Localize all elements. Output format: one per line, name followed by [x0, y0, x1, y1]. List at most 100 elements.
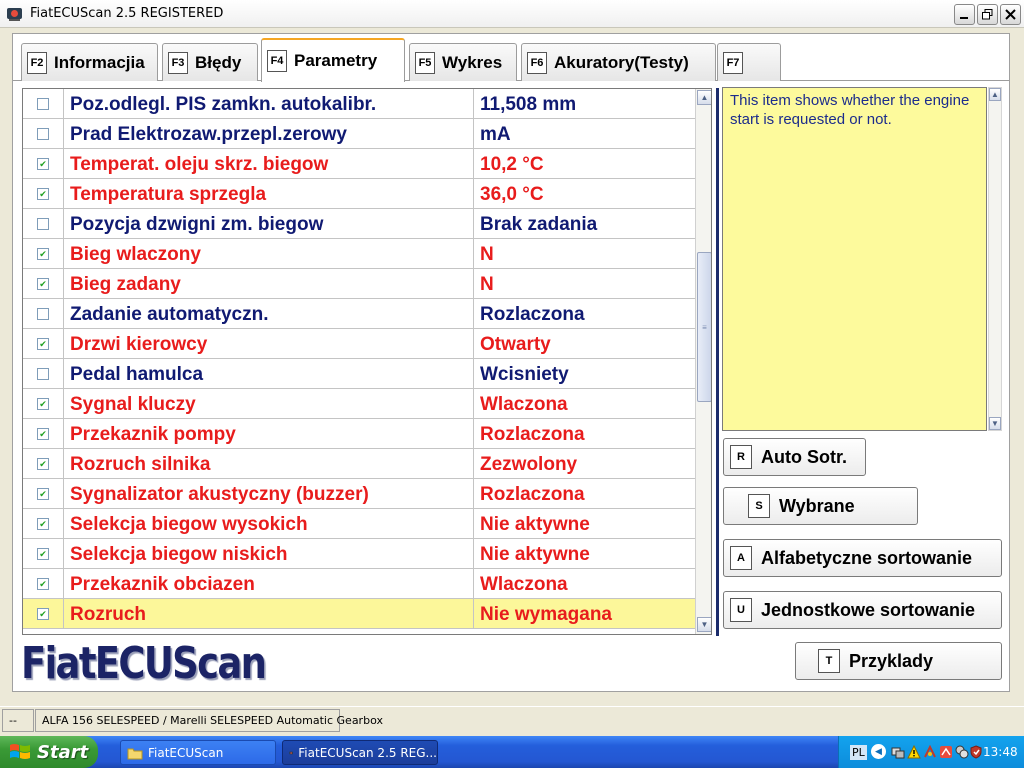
parameter-name: Bieg zadany [70, 274, 181, 295]
alphabetical-sort-button[interactable]: A Alfabetyczne sortowanie [723, 539, 1002, 577]
checkbox-icon[interactable] [37, 98, 49, 110]
parameter-value: Rozlaczona [480, 304, 585, 325]
table-row[interactable]: Pedal hamulca Wcisniety [23, 359, 695, 389]
checkbox-checked-icon[interactable]: ✔ [37, 278, 49, 290]
taskbar: Start FiatECUScan FiatECUScan 2.5 REG...… [0, 736, 1024, 768]
restore-icon [982, 9, 993, 20]
parameter-value: Rozlaczona [480, 424, 585, 445]
checkbox-checked-icon[interactable]: ✔ [37, 488, 49, 500]
windows-logo-icon [10, 744, 30, 759]
description-box: This item shows whether the engine start… [722, 87, 987, 431]
checkbox-checked-icon[interactable]: ✔ [37, 248, 49, 260]
pdf-icon[interactable] [939, 745, 953, 759]
checkbox-checked-icon[interactable]: ✔ [37, 398, 49, 410]
scroll-up-icon[interactable]: ▲ [989, 88, 1001, 101]
table-row[interactable]: Pozycja dzwigni zm. biegow Brak zadania [23, 209, 695, 239]
checkbox-icon[interactable] [37, 128, 49, 140]
table-row[interactable]: ✔ Sygnal kluczy Wlaczona [23, 389, 695, 419]
scroll-down-icon[interactable]: ▼ [697, 617, 711, 632]
minimize-button[interactable] [954, 4, 975, 25]
table-row[interactable]: ✔ Bieg zadany N [23, 269, 695, 299]
unit-sort-button[interactable]: U Jednostkowe sortowanie [723, 591, 1002, 629]
parameter-name: Sygnalizator akustyczny (buzzer) [70, 484, 369, 505]
system-tray: PL ◀ 13:48 [838, 736, 1024, 768]
scroll-down-icon[interactable]: ▼ [989, 417, 1001, 430]
table-row[interactable]: Zadanie automatyczn. Rozlaczona [23, 299, 695, 329]
tab-akuratory[interactable]: F6 Akuratory(Testy) [521, 43, 716, 81]
table-row[interactable]: ✔ Selekcja biegow niskich Nie aktywne [23, 539, 695, 569]
tab-parametry[interactable]: F4 Parametry [261, 38, 405, 82]
tab-wykres[interactable]: F5 Wykres [409, 43, 517, 81]
restore-button[interactable] [977, 4, 998, 25]
close-button[interactable] [1000, 4, 1021, 25]
panel-divider [716, 88, 719, 636]
checkbox-checked-icon[interactable]: ✔ [37, 608, 49, 620]
checkbox-icon[interactable] [37, 218, 49, 230]
tab-f7[interactable]: F7 [717, 43, 781, 81]
checkbox-icon[interactable] [37, 308, 49, 320]
clock: 13:48 [983, 745, 1018, 759]
table-row[interactable]: Poz.odlegl. PIS zamkn. autokalibr. 11,508… [23, 89, 695, 119]
language-indicator[interactable]: PL [850, 745, 867, 760]
start-button[interactable]: Start [0, 736, 98, 768]
tab-informacjia[interactable]: F2 Informacjia [21, 43, 158, 81]
table-row[interactable]: ✔ Drzwi kierowcy Otwarty [23, 329, 695, 359]
parameter-name: Drzwi kierowcy [70, 334, 208, 355]
f6-key-icon: F6 [527, 51, 547, 74]
checkbox-icon[interactable] [37, 368, 49, 380]
table-row[interactable]: ✔ Temperat. oleju skrz. biegow 10,2 °C [23, 149, 695, 179]
scroll-thumb[interactable]: ≡ [697, 252, 711, 402]
button-label: Auto Sotr. [761, 446, 847, 467]
parameter-value: 36,0 °C [480, 184, 544, 205]
monitor-icon[interactable] [955, 745, 969, 759]
parameter-name: Przekaznik pompy [70, 424, 236, 445]
parameter-value: 10,2 °C [480, 154, 544, 175]
shield-icon[interactable] [969, 745, 983, 759]
parameter-name: Bieg wlaczony [70, 244, 201, 265]
table-row[interactable]: ✔ Sygnalizator akustyczny (buzzer) Rozlacz… [23, 479, 695, 509]
status-vehicle: ALFA 156 SELESPEED / Marelli SELESPEED A… [35, 709, 383, 732]
status-bar: -- ALFA 156 SELESPEED / Marelli SELESPEE… [0, 706, 1024, 734]
checkbox-checked-icon[interactable]: ✔ [37, 578, 49, 590]
u-key-icon: U [730, 598, 752, 622]
examples-button[interactable]: T Przyklady [795, 642, 1002, 680]
table-row[interactable]: ✔ Przekaznik obciazen Wlaczona [23, 569, 695, 599]
list-scrollbar[interactable]: ▲ ≡ ▼ [695, 89, 711, 634]
checkbox-checked-icon[interactable]: ✔ [37, 458, 49, 470]
folder-icon [127, 748, 143, 759]
network-icon[interactable] [891, 745, 905, 759]
taskbar-item-folder[interactable]: FiatECUScan [120, 740, 276, 765]
f3-key-icon: F3 [168, 51, 188, 74]
antivirus-icon[interactable] [923, 745, 937, 759]
parameter-name: Selekcja biegow wysokich [70, 514, 308, 535]
chevron-left-icon[interactable]: ◀ [871, 744, 886, 759]
auto-sort-button[interactable]: R Auto Sotr. [723, 438, 866, 476]
checkbox-checked-icon[interactable]: ✔ [37, 338, 49, 350]
parameter-name: Selekcja biegow niskich [70, 544, 288, 565]
table-row[interactable]: ✔ Rozruch silnika Zezwolony [23, 449, 695, 479]
selected-button[interactable]: S Wybrane [723, 487, 918, 525]
parameter-list[interactable]: Poz.odlegl. PIS zamkn. autokalibr. 11,508… [22, 88, 712, 635]
table-row[interactable]: ✔ Przekaznik pompy Rozlaczona [23, 419, 695, 449]
checkbox-checked-icon[interactable]: ✔ [37, 188, 49, 200]
parameter-value: N [480, 244, 494, 265]
parameter-value: Brak zadania [480, 214, 598, 235]
checkbox-checked-icon[interactable]: ✔ [37, 428, 49, 440]
table-row[interactable]: ✔ Rozruch Nie wymagana [23, 599, 695, 629]
scroll-up-icon[interactable]: ▲ [697, 90, 711, 105]
warning-icon[interactable] [907, 745, 921, 759]
tab-label: Akuratory(Testy) [554, 52, 689, 72]
checkbox-checked-icon[interactable]: ✔ [37, 548, 49, 560]
tab-bledy[interactable]: F3 Błędy [162, 43, 258, 81]
table-row[interactable]: ✔ Temperatura sprzegla 36,0 °C [23, 179, 695, 209]
table-row[interactable]: ✔ Selekcja biegow wysokich Nie aktywne [23, 509, 695, 539]
checkbox-checked-icon[interactable]: ✔ [37, 518, 49, 530]
button-label: Wybrane [779, 495, 855, 516]
tab-label: Błędy [195, 52, 242, 72]
description-scrollbar[interactable]: ▲ ▼ [988, 87, 1002, 431]
table-row[interactable]: ✔ Bieg wlaczony N [23, 239, 695, 269]
taskbar-item-app[interactable]: FiatECUScan 2.5 REG... [282, 740, 438, 765]
button-label: Alfabetyczne sortowanie [761, 547, 973, 568]
checkbox-checked-icon[interactable]: ✔ [37, 158, 49, 170]
table-row[interactable]: Prad Elektrozaw.przepl.zerowy mA [23, 119, 695, 149]
